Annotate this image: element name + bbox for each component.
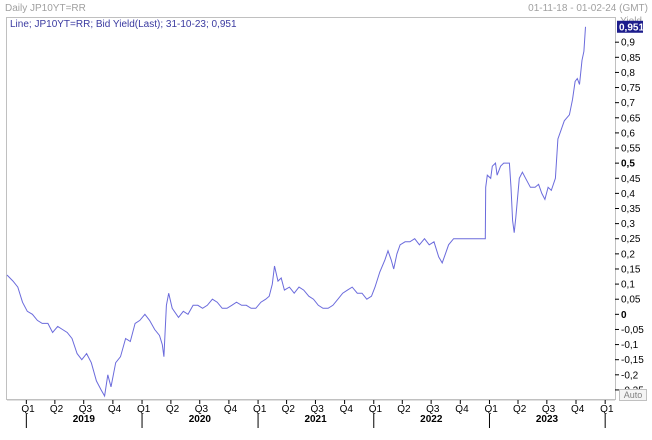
x-quarter-label: Q1	[484, 404, 498, 415]
y-axis-unit: Yield	[620, 16, 642, 27]
x-quarter-label: Q2	[166, 404, 180, 415]
x-quarter-label: Q1	[137, 404, 151, 415]
x-year-label: 2022	[420, 414, 443, 425]
y-tick-label: 0,25	[621, 234, 641, 245]
x-quarter-label: Q3	[195, 404, 209, 415]
y-tick-label: -0,05	[621, 325, 644, 336]
x-quarter-label: Q1	[369, 404, 383, 415]
x-quarter-label: Q4	[108, 404, 122, 415]
y-tick-label: 0,5	[621, 159, 635, 170]
y-tick-label: 0,2	[621, 249, 635, 260]
x-quarter-label: Q1	[253, 404, 267, 415]
x-quarter-label: Q4	[455, 404, 469, 415]
y-tick-label: 0,45	[621, 174, 641, 185]
y-tick-label: -0,15	[621, 355, 644, 366]
x-year-label: 2020	[189, 414, 212, 425]
x-quarter-label: Q3	[426, 404, 440, 415]
y-tick-label: 0,1	[621, 280, 635, 291]
x-quarter-label: Q4	[340, 404, 354, 415]
x-quarter-label: Q3	[79, 404, 93, 415]
title-bar: Daily JP10YT=RR 01-11-18 - 01-02-24 (GMT…	[0, 0, 652, 16]
plot-area[interactable]	[6, 17, 616, 400]
x-year-label: 2021	[304, 414, 327, 425]
y-tick-label: 0	[621, 310, 627, 321]
y-tick-label: 0,9	[621, 38, 635, 49]
legend-text: Line; JP10YT=RR; Bid Yield(Last); 31-10-…	[10, 19, 237, 30]
date-range: 01-11-18 - 01-02-24 (GMT)	[528, 3, 648, 14]
y-tick-label: 0,4	[621, 189, 635, 200]
y-tick-label: 0,7	[621, 98, 635, 109]
y-tick-label: 0,6	[621, 128, 635, 139]
x-quarter-label: Q1	[600, 404, 614, 415]
x-quarter-label: Q4	[571, 404, 585, 415]
chart-title: Daily JP10YT=RR	[5, 3, 86, 14]
y-tick-label: 0,55	[621, 144, 641, 155]
x-quarter-label: Q2	[513, 404, 527, 415]
x-year-label: 2019	[73, 414, 96, 425]
auto-scale-button[interactable]: Auto	[619, 389, 647, 401]
y-tick-label: 0,05	[621, 295, 641, 306]
x-quarter-label: Q2	[397, 404, 411, 415]
x-year-label: 2023	[536, 414, 559, 425]
x-quarter-label: Q4	[224, 404, 238, 415]
x-quarter-label: Q2	[282, 404, 296, 415]
y-tick-label: 0,85	[621, 53, 641, 64]
x-quarter-label: Q3	[310, 404, 324, 415]
y-tick-label: 0,15	[621, 264, 641, 275]
x-quarter-label: Q1	[21, 404, 35, 415]
y-tick-label: 0,75	[621, 83, 641, 94]
x-quarter-label: Q3	[542, 404, 556, 415]
y-tick-label: -0,2	[621, 370, 639, 381]
y-tick-label: 0,65	[621, 113, 641, 124]
x-quarter-label: Q2	[50, 404, 64, 415]
y-tick-label: 0,35	[621, 204, 641, 215]
y-tick-label: -0,1	[621, 340, 639, 351]
y-tick-label: 0,3	[621, 219, 635, 230]
y-tick-label: 0,8	[621, 68, 635, 79]
